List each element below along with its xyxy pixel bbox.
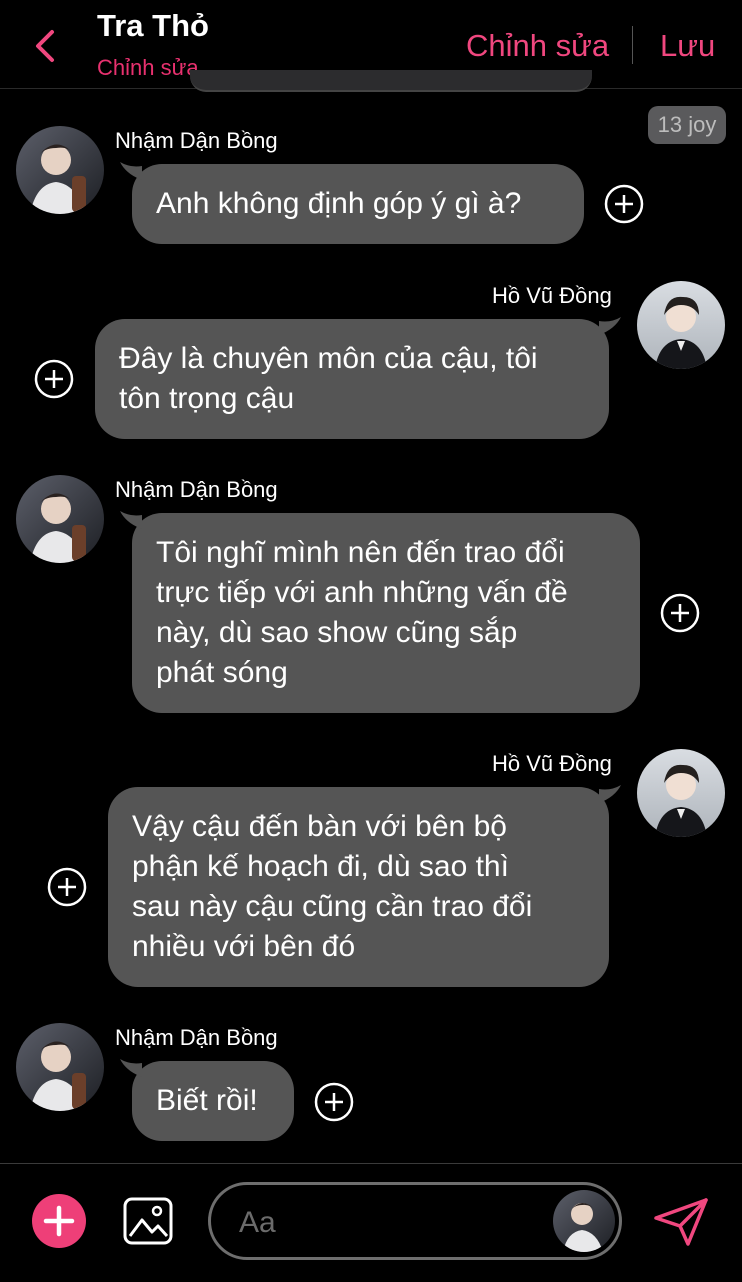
message-bubble[interactable]: Biết rồi! [120,1059,294,1141]
message-line: Đây là chuyên môn của cậu, tôi [119,342,538,375]
plus-circle-icon[interactable] [314,1082,354,1122]
sender-name: Nhậm Dận Bồng [115,1025,278,1050]
message-line: Tôi nghĩ mình nên đến trao đổi [156,536,565,569]
message-line: nhiều với bên đó [132,930,356,963]
chat-subtitle: Chỉnh sửa [97,55,199,80]
previous-message-bubble [190,70,592,92]
message-line: phát sóng [156,656,288,689]
avatar-nham-dan-bong[interactable] [16,475,104,563]
sender-name: Nhậm Dận Bồng [115,128,278,153]
message-input[interactable] [237,1203,541,1243]
message-line: phận kế hoạch đi, dù sao thì [132,850,509,883]
avatar-character-selector[interactable] [553,1190,615,1252]
plus-circle-icon[interactable] [47,867,87,907]
plus-circle-icon[interactable] [660,593,700,633]
avatar-nham-dan-bong[interactable] [16,1023,104,1111]
edit-button[interactable]: Chỉnh sửa [466,28,609,64]
image-icon[interactable] [122,1196,174,1246]
header-divider [632,26,633,64]
message-bubble[interactable]: Vậy cậu đến bàn với bên bộ phận kế hoạch… [108,785,621,987]
message-bubble[interactable]: Tôi nghĩ mình nên đến trao đổi trực tiếp… [120,511,640,713]
message-line: Biết rồi! [156,1084,258,1117]
message-bubble[interactable]: Anh không định góp ý gì à? [120,162,584,244]
message-line: trực tiếp với anh những vấn đề [156,576,568,609]
plus-circle-icon[interactable] [604,184,644,224]
back-chevron-icon[interactable] [28,26,68,66]
message-line: Vậy cậu đến bàn với bên bộ [132,810,507,843]
sender-name: Nhậm Dận Bồng [115,477,278,502]
avatar-ho-vu-dong[interactable] [637,281,725,369]
message-line: này, dù sao show cũng sắp [156,616,518,649]
message-line: Anh không định góp ý gì à? [156,187,522,220]
message-line: tôn trọng cậu [119,382,295,415]
message-line: sau này cậu cũng cần trao đổi [132,890,533,923]
sender-name: Hồ Vũ Đồng [492,751,612,776]
plus-circle-icon[interactable] [34,359,74,399]
avatar-nham-dan-bong[interactable] [16,126,104,214]
send-icon[interactable] [652,1196,710,1248]
plus-icon [43,1205,75,1237]
avatar-ho-vu-dong[interactable] [637,749,725,837]
time-badge: 13 joy [648,106,726,144]
save-button[interactable]: Lưu [660,28,715,64]
sender-name: Hồ Vũ Đồng [492,283,612,308]
chat-title: Tra Thỏ [97,8,209,43]
add-button[interactable] [32,1194,86,1248]
message-bubble[interactable]: Đây là chuyên môn của cậu, tôi tôn trọng… [95,317,621,439]
